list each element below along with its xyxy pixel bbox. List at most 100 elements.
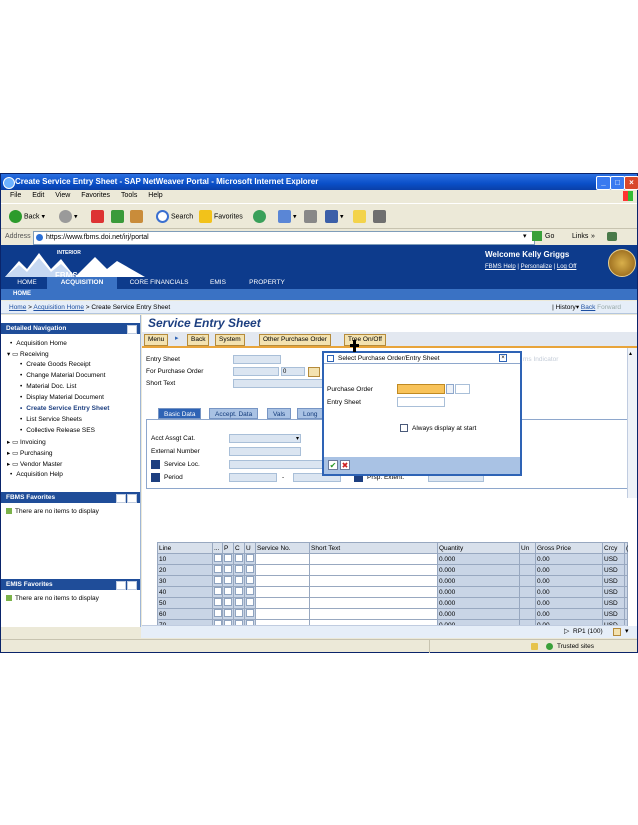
- acct-assgt-cat-select[interactable]: ▾: [229, 434, 301, 443]
- u-checkbox[interactable]: [244, 608, 256, 620]
- table-row[interactable]: 60 0.000 0.00 USD: [157, 608, 628, 620]
- dialog-close-button[interactable]: ×: [499, 354, 507, 362]
- tab-accept-data[interactable]: Accept. Data: [209, 408, 259, 419]
- unit-cell[interactable]: [519, 608, 536, 620]
- checkbox-box[interactable]: [235, 609, 243, 617]
- unit-cell[interactable]: [519, 575, 536, 587]
- table-row[interactable]: 50 0.000 0.00 USD: [157, 597, 628, 609]
- always-display-checkbox[interactable]: [400, 424, 408, 432]
- column-header[interactable]: Line: [157, 542, 213, 554]
- checkbox-box[interactable]: [246, 576, 254, 584]
- tab-property[interactable]: PROPERTY: [241, 277, 293, 289]
- line-cell[interactable]: 40: [157, 586, 213, 598]
- tab-home[interactable]: HOME: [9, 277, 45, 289]
- quantity-cell[interactable]: 0.000: [437, 586, 520, 598]
- checkbox-box[interactable]: [235, 576, 243, 584]
- table-row[interactable]: 30 0.000 0.00 USD: [157, 575, 628, 587]
- period-icon[interactable]: [151, 473, 160, 482]
- column-header[interactable]: U: [244, 542, 256, 554]
- extra-cell[interactable]: [624, 597, 628, 609]
- service-loc-icon[interactable]: [151, 460, 160, 469]
- po-item-input[interactable]: [455, 384, 470, 394]
- short-text-cell[interactable]: [309, 553, 438, 565]
- checkbox-box[interactable]: [246, 554, 254, 562]
- column-header[interactable]: C: [233, 542, 245, 554]
- go-arrow-icon[interactable]: [532, 231, 542, 241]
- line-cell[interactable]: 20: [157, 564, 213, 576]
- external-number-field[interactable]: [229, 447, 301, 456]
- checkbox-box[interactable]: [214, 587, 222, 595]
- column-header[interactable]: Service No.: [255, 542, 310, 554]
- p-checkbox[interactable]: [222, 564, 234, 576]
- menu-help[interactable]: Help: [148, 192, 162, 199]
- currency-cell[interactable]: USD: [602, 553, 625, 565]
- short-text-cell[interactable]: [309, 564, 438, 576]
- checkbox-box[interactable]: [246, 587, 254, 595]
- c-checkbox[interactable]: [233, 597, 245, 609]
- menu-favorites[interactable]: Favorites: [81, 192, 110, 199]
- tab-emis[interactable]: EMIS: [201, 277, 235, 289]
- checkbox-box[interactable]: [235, 587, 243, 595]
- currency-cell[interactable]: USD: [602, 597, 625, 609]
- column-header[interactable]: Crcy: [602, 542, 625, 554]
- p-checkbox[interactable]: [222, 608, 234, 620]
- short-text-cell[interactable]: [309, 586, 438, 598]
- checkbox-box[interactable]: [224, 554, 232, 562]
- short-text-cell[interactable]: [309, 608, 438, 620]
- c-checkbox[interactable]: [233, 575, 245, 587]
- currency-cell[interactable]: USD: [602, 608, 625, 620]
- gross-price-cell[interactable]: 0.00: [535, 564, 603, 576]
- menu-file[interactable]: File: [10, 192, 21, 199]
- column-header[interactable]: P: [222, 542, 234, 554]
- table-row[interactable]: 10 0.000 0.00 USD: [157, 553, 628, 565]
- nav-folder-vendor-master[interactable]: ▸ ▭ Vendor Master: [7, 460, 62, 468]
- extra-cell[interactable]: [624, 553, 628, 565]
- breadcrumb-acquisition-home[interactable]: Acquisition Home: [33, 304, 84, 311]
- extra-cell[interactable]: [624, 575, 628, 587]
- service-loc-field[interactable]: [229, 460, 325, 469]
- nav-item-list-service-sheets[interactable]: List Service Sheets: [20, 416, 82, 423]
- column-header[interactable]: ...: [212, 542, 223, 554]
- log-off-link[interactable]: Log Off: [557, 264, 577, 270]
- checkbox-box[interactable]: [214, 565, 222, 573]
- po-item-field[interactable]: 0: [281, 367, 305, 376]
- links-button[interactable]: Links: [572, 230, 588, 244]
- nav-item-create-goods-receipt[interactable]: Create Goods Receipt: [20, 361, 90, 368]
- currency-cell[interactable]: USD: [602, 575, 625, 587]
- unit-cell[interactable]: [519, 564, 536, 576]
- system-button[interactable]: System: [215, 334, 245, 346]
- discuss-button[interactable]: [353, 210, 368, 224]
- unit-cell[interactable]: [519, 586, 536, 598]
- menu-icon[interactable]: [116, 494, 126, 503]
- menu-icon[interactable]: [116, 581, 126, 590]
- tab-basic-data[interactable]: Basic Data: [158, 408, 202, 419]
- service-no-cell[interactable]: [255, 608, 310, 620]
- system-info-icon[interactable]: [613, 628, 621, 636]
- c-checkbox[interactable]: [233, 553, 245, 565]
- search-button[interactable]: Search: [156, 210, 193, 224]
- checkbox-box[interactable]: [246, 609, 254, 617]
- checkbox-box[interactable]: [224, 576, 232, 584]
- checkbox-box[interactable]: [235, 565, 243, 573]
- nav-folder-purchasing[interactable]: ▸ ▭ Purchasing: [7, 449, 53, 457]
- mail-button[interactable]: ▾: [278, 210, 297, 224]
- c-checkbox[interactable]: [233, 608, 245, 620]
- extra-cell[interactable]: [624, 608, 628, 620]
- checkbox-box[interactable]: [224, 587, 232, 595]
- column-header[interactable]: Quantity: [437, 542, 520, 554]
- checkbox-box[interactable]: [224, 609, 232, 617]
- row-select-checkbox[interactable]: [212, 575, 223, 587]
- short-text-field[interactable]: [233, 379, 323, 388]
- collapse-icon[interactable]: [127, 581, 137, 590]
- refresh-button[interactable]: [111, 210, 126, 224]
- gross-price-cell[interactable]: 0.00: [535, 597, 603, 609]
- row-select-checkbox[interactable]: [212, 586, 223, 598]
- po-lookup-icon[interactable]: [308, 367, 320, 377]
- history-link[interactable]: History: [556, 304, 576, 311]
- column-header[interactable]: Un: [519, 542, 536, 554]
- u-checkbox[interactable]: [244, 586, 256, 598]
- expand-arrow-icon[interactable]: ▸: [175, 334, 179, 342]
- breadcrumb-home[interactable]: Home: [9, 304, 26, 311]
- u-checkbox[interactable]: [244, 575, 256, 587]
- quantity-cell[interactable]: 0.000: [437, 553, 520, 565]
